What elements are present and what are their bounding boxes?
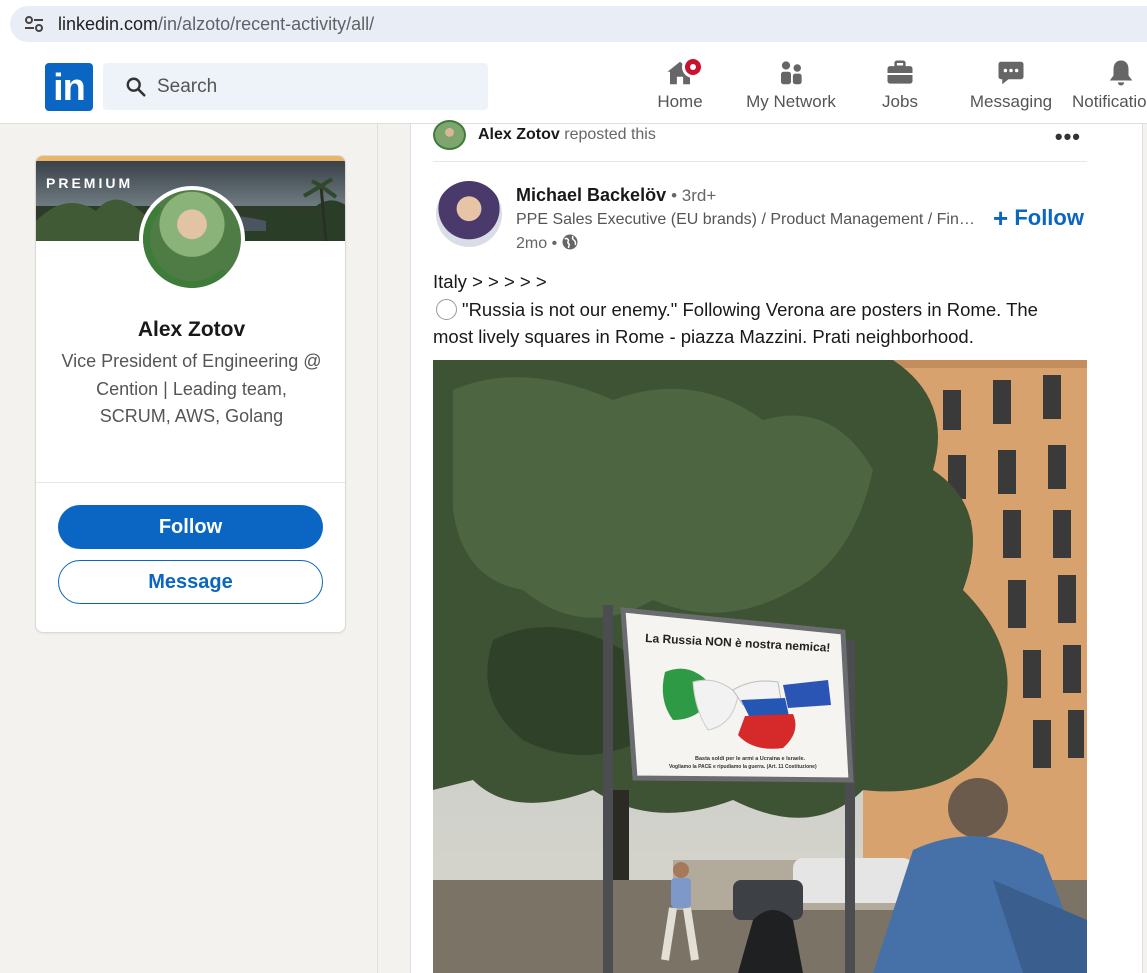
circle-emoji-icon: [436, 298, 457, 320]
profile-avatar[interactable]: [139, 186, 245, 292]
profile-name[interactable]: Alex Zotov: [36, 318, 345, 342]
globe-icon: [562, 234, 578, 250]
url-path: /in/alzoto/recent-activity/all/: [158, 14, 375, 34]
post-follow-button[interactable]: + Follow: [993, 203, 1084, 234]
reposter-name[interactable]: Alex Zotov: [478, 126, 560, 143]
nav-home[interactable]: Home: [646, 56, 714, 118]
author-description: PPE Sales Executive (EU brands) / Produc…: [516, 211, 981, 228]
nav-my-network[interactable]: My Network: [742, 58, 840, 118]
site-settings-icon[interactable]: [22, 12, 46, 36]
repost-action: reposted this: [564, 126, 656, 143]
url-domain: linkedin.com: [58, 14, 159, 34]
nav-messaging-label: Messaging: [969, 92, 1053, 111]
post-time-text: 2mo •: [516, 235, 558, 252]
nav-notifications-label: Notifications: [1072, 92, 1147, 111]
post-text-line1: Italy > > > > >: [433, 271, 547, 292]
post-image[interactable]: La Russia NON è nostra nemica! Basta sol…: [433, 360, 1087, 973]
repost-header: Alex Zotov reposted this •••: [433, 120, 1087, 162]
profile-headline: Vice President of Engineering @ Cention …: [61, 351, 322, 426]
chat-icon: [998, 61, 1024, 85]
profile-message-button[interactable]: Message: [58, 560, 323, 604]
linkedin-logo[interactable]: in: [45, 63, 93, 111]
poster-subline1: Basta soldi per le armi a Ucraina e Isra…: [695, 756, 806, 762]
url-text[interactable]: linkedin.com/in/alzoto/recent-activity/a…: [58, 14, 374, 35]
profile-follow-button[interactable]: Follow: [58, 505, 323, 549]
post-text-line2: "Russia is not our enemy." Following Ver…: [433, 298, 1038, 348]
linkedin-header: in Home My Network Jobs Messaging: [0, 50, 1147, 124]
connection-degree: • 3rd+: [671, 186, 717, 205]
post-author[interactable]: Michael Backelöv • 3rd+: [516, 185, 716, 206]
nav-messaging[interactable]: Messaging: [966, 58, 1056, 118]
browser-address-bar: linkedin.com/in/alzoto/recent-activity/a…: [0, 0, 1147, 50]
nav-notifications[interactable]: Notifications: [1072, 58, 1147, 118]
street-photo: La Russia NON è nostra nemica! Basta sol…: [433, 360, 1087, 973]
author-name[interactable]: Michael Backelöv: [516, 185, 666, 205]
nav-jobs[interactable]: Jobs: [870, 58, 930, 118]
premium-label: PREMIUM: [46, 175, 134, 191]
search-icon: [126, 77, 146, 97]
author-avatar[interactable]: [436, 181, 502, 247]
profile-card: PREMIUM Alex Zotov Vice President of Eng…: [35, 155, 346, 633]
post-text-line2-wrap: "Russia is not our enemy." Following Ver…: [433, 296, 1078, 351]
briefcase-icon: [887, 60, 913, 84]
divider: [36, 482, 345, 483]
reposter-avatar[interactable]: [433, 120, 466, 150]
nav-home-label: Home: [657, 92, 703, 111]
nav-network-label: My Network: [746, 92, 836, 111]
more-options-icon[interactable]: •••: [1055, 124, 1081, 150]
plus-icon: +: [993, 203, 1009, 233]
nav-jobs-label: Jobs: [882, 92, 918, 111]
people-icon: [781, 61, 802, 85]
post-follow-label: Follow: [1014, 205, 1084, 230]
url-bar[interactable]: linkedin.com/in/alzoto/recent-activity/a…: [10, 6, 1147, 42]
repost-text: Alex Zotov reposted this: [478, 126, 656, 144]
notification-badge: [682, 56, 704, 78]
poster-subline2: Vogliamo la PACE e ripudiamo la guerra. …: [669, 764, 817, 770]
bell-icon: [1109, 60, 1133, 86]
search-box[interactable]: [103, 63, 488, 110]
open-to-work-ring: [143, 190, 241, 288]
post-text: Italy > > > > > "Russia is not our enemy…: [433, 268, 1078, 351]
search-input[interactable]: [157, 73, 457, 101]
post-time: 2mo •: [516, 233, 579, 253]
